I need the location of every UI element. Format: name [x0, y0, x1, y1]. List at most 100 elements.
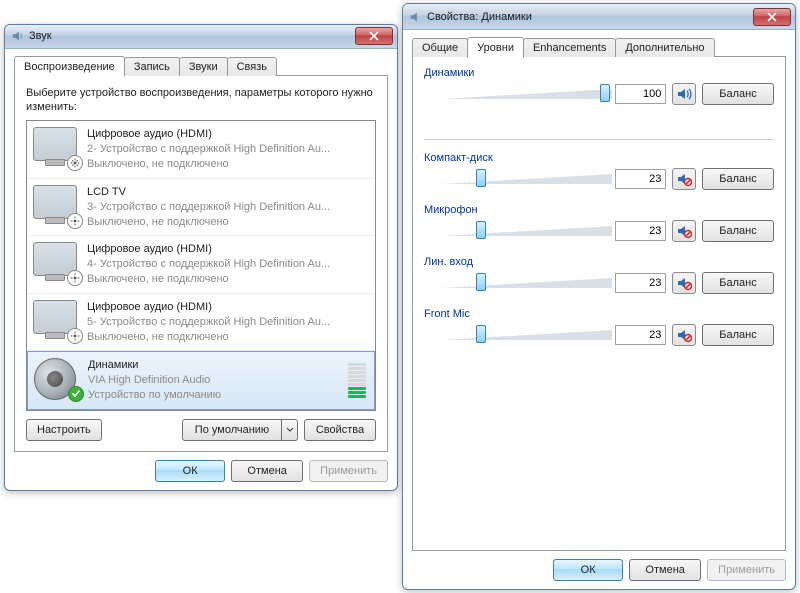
mute-button[interactable]	[672, 168, 696, 190]
device-status: Выключено, не подключено	[87, 330, 369, 345]
instruction-text: Выберите устройство воспроизведения, пар…	[26, 86, 376, 115]
device-icon	[33, 300, 81, 342]
tab-panel: Выберите устройство воспроизведения, пар…	[14, 75, 388, 452]
tab-enhancements[interactable]: Enhancements	[523, 38, 616, 57]
device-status: Выключено, не подключено	[87, 157, 369, 172]
slider-thumb[interactable]	[476, 273, 486, 291]
volume-value[interactable]: 23	[615, 273, 666, 293]
volume-slider[interactable]	[442, 324, 609, 346]
titlebar[interactable]: Звук	[5, 25, 397, 49]
tab-general[interactable]: Общие	[412, 38, 468, 57]
device-status: Устройство по умолчанию	[88, 388, 342, 403]
mute-button[interactable]	[672, 324, 696, 346]
close-button[interactable]	[355, 27, 393, 45]
disabled-badge-icon	[67, 270, 83, 286]
default-dropdown[interactable]	[282, 419, 298, 441]
tab-row: Общие Уровни Enhancements Дополнительно	[412, 36, 786, 57]
slider-thumb[interactable]	[476, 169, 486, 187]
window-title: Свойства: Динамики	[427, 11, 753, 23]
device-item[interactable]: Цифровое аудио (HDMI) 5- Устройство с по…	[27, 294, 375, 352]
separator	[424, 139, 774, 140]
balance-button[interactable]: Баланс	[702, 272, 774, 294]
tab-levels[interactable]: Уровни	[467, 37, 524, 58]
channel-group: Front Mic 23 Баланс	[424, 308, 774, 346]
balance-button[interactable]: Баланс	[702, 220, 774, 242]
window-title: Звук	[29, 30, 355, 42]
volume-slider[interactable]	[442, 220, 609, 242]
channel-group: Микрофон 23 Баланс	[424, 204, 774, 242]
mute-button[interactable]	[672, 272, 696, 294]
volume-slider[interactable]	[442, 168, 609, 190]
volume-slider[interactable]	[442, 83, 609, 105]
slider-thumb[interactable]	[600, 84, 610, 102]
volume-value[interactable]: 23	[615, 169, 666, 189]
volume-slider[interactable]	[442, 272, 609, 294]
default-badge-icon	[68, 386, 84, 402]
device-desc: 5- Устройство с поддержкой High Definiti…	[87, 315, 369, 330]
device-icon	[33, 242, 81, 284]
tab-panel: Динамики 100 Баланс Компакт-диск	[412, 56, 786, 551]
properties-button[interactable]: Свойства	[304, 419, 376, 441]
cancel-button[interactable]: Отмена	[629, 559, 701, 581]
balance-button[interactable]: Баланс	[702, 83, 774, 105]
device-item[interactable]: Цифровое аудио (HDMI) 2- Устройство с по…	[27, 121, 375, 179]
device-status: Выключено, не подключено	[87, 272, 369, 287]
tab-advanced[interactable]: Дополнительно	[615, 38, 714, 57]
titlebar[interactable]: Свойства: Динамики	[403, 4, 795, 30]
mute-button[interactable]	[672, 83, 696, 105]
close-button[interactable]	[753, 8, 791, 26]
tab-playback[interactable]: Воспроизведение	[14, 56, 125, 77]
channel-group: Компакт-диск 23 Баланс	[424, 152, 774, 190]
device-status: Выключено, не подключено	[87, 215, 369, 230]
device-desc: 3- Устройство с поддержкой High Definiti…	[87, 200, 369, 215]
tab-row: Воспроизведение Запись Звуки Связь	[14, 55, 388, 76]
tab-communications[interactable]: Связь	[227, 57, 277, 76]
tab-recording[interactable]: Запись	[124, 57, 180, 76]
sound-icon	[11, 29, 25, 43]
apply-button[interactable]: Применить	[309, 460, 388, 482]
ok-button[interactable]: ОК	[155, 460, 225, 482]
apply-button[interactable]: Применить	[707, 559, 786, 581]
properties-window: Свойства: Динамики Общие Уровни Enhancem…	[402, 3, 796, 590]
level-meter	[348, 358, 368, 403]
speaker-icon	[409, 10, 423, 24]
channel-group: Лин. вход 23 Баланс	[424, 256, 774, 294]
device-desc: 2- Устройство с поддержкой High Definiti…	[87, 142, 369, 157]
mute-button[interactable]	[672, 220, 696, 242]
device-name: LCD TV	[87, 185, 369, 200]
sound-window: Звук Воспроизведение Запись Звуки Связь …	[4, 24, 398, 491]
channel-label: Компакт-диск	[424, 152, 774, 164]
device-name: Цифровое аудио (HDMI)	[87, 127, 369, 142]
disabled-badge-icon	[67, 328, 83, 344]
device-list[interactable]: Цифровое аудио (HDMI) 2- Устройство с по…	[26, 120, 376, 411]
disabled-badge-icon	[67, 213, 83, 229]
device-name: Цифровое аудио (HDMI)	[87, 242, 369, 257]
balance-button[interactable]: Баланс	[702, 324, 774, 346]
device-icon	[33, 127, 81, 169]
device-name: Цифровое аудио (HDMI)	[87, 300, 369, 315]
device-item-selected[interactable]: Динамики VIA High Definition Audio Устро…	[27, 351, 375, 410]
configure-button[interactable]: Настроить	[26, 419, 102, 441]
device-item[interactable]: LCD TV 3- Устройство с поддержкой High D…	[27, 179, 375, 237]
volume-value[interactable]: 23	[615, 221, 666, 241]
channel-label: Front Mic	[424, 308, 774, 320]
device-desc: 4- Устройство с поддержкой High Definiti…	[87, 257, 369, 272]
device-icon	[33, 185, 81, 227]
device-item[interactable]: Цифровое аудио (HDMI) 4- Устройство с по…	[27, 236, 375, 294]
volume-value[interactable]: 23	[615, 325, 666, 345]
channel-label: Лин. вход	[424, 256, 774, 268]
disabled-badge-icon	[67, 155, 83, 171]
channel-label: Микрофон	[424, 204, 774, 216]
default-split-button[interactable]: По умолчанию	[182, 419, 298, 441]
default-button[interactable]: По умолчанию	[182, 419, 282, 441]
device-icon	[34, 358, 82, 400]
volume-value[interactable]: 100	[615, 84, 666, 104]
channel-group: Динамики 100 Баланс	[424, 67, 774, 105]
ok-button[interactable]: ОК	[553, 559, 623, 581]
slider-thumb[interactable]	[476, 325, 486, 343]
cancel-button[interactable]: Отмена	[231, 460, 303, 482]
slider-thumb[interactable]	[476, 221, 486, 239]
tab-sounds[interactable]: Звуки	[179, 57, 228, 76]
balance-button[interactable]: Баланс	[702, 168, 774, 190]
channel-label: Динамики	[424, 67, 774, 79]
